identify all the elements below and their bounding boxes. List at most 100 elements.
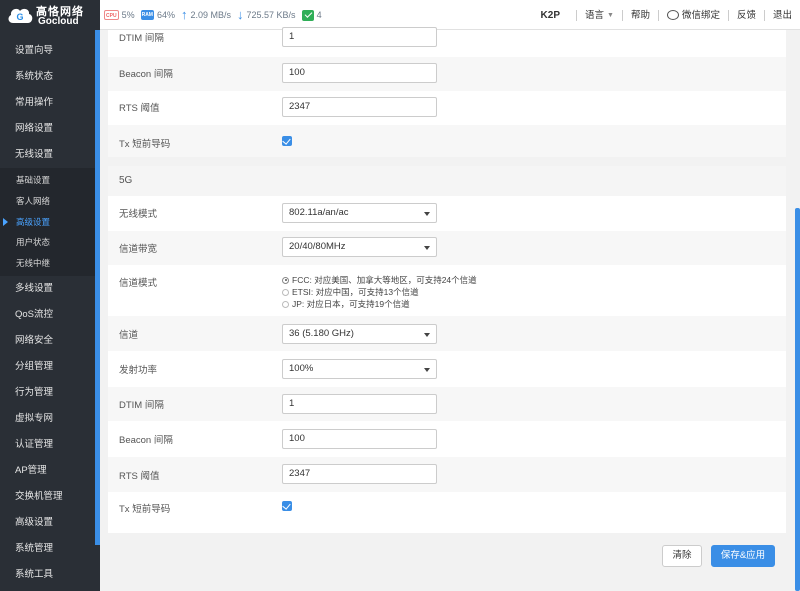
sidebar-item-ap-management[interactable]: AP管理	[0, 458, 100, 484]
tx-preamble-checkbox-24g[interactable]	[282, 136, 292, 146]
top-bar: G 高恪网络 Gocloud CPU 5% RAM 64% ↑ 2.09 MB/…	[0, 0, 800, 30]
channel-mode-row-5g: 信道模式 FCC: 对应美国、加拿大等地区，可支持24个信道 ETSI: 对应中…	[108, 265, 786, 316]
language-label: 语言	[584, 9, 604, 21]
sidebar-item-network-settings[interactable]: 网络设置	[0, 116, 100, 142]
wireless-mode-select-5g[interactable]: 802.11a/an/ac	[282, 203, 437, 223]
chevron-down-icon: ▼	[607, 11, 614, 19]
wechat-icon	[666, 10, 679, 20]
sidebar-item-advanced-settings[interactable]: 高级设置	[0, 510, 100, 536]
sidebar-item-system-status[interactable]: 系统状态	[0, 64, 100, 90]
bandwidth-row-5g: 信道带宽 20/40/80MHz	[108, 231, 786, 265]
sidebar-item-setup-wizard[interactable]: 设置向导	[0, 38, 100, 64]
feedback-link[interactable]: 反馈	[727, 9, 764, 21]
rts-input-24g[interactable]: 2347	[282, 97, 437, 117]
clients-stat[interactable]: 4	[301, 9, 322, 21]
wireless-24g-section: DTIM 间隔 1 Beacon 间隔 100 RTS 阈值 2347 Tx 短…	[108, 27, 786, 157]
channel-mode-radio-group: FCC: 对应美国、加拿大等地区，可支持24个信道 ETSI: 对应中国，可支持…	[282, 274, 477, 310]
submenu-item-wireless-relay[interactable]: 无线中继	[0, 253, 100, 274]
tx-preamble-label-24g: Tx 短前导码	[119, 139, 171, 150]
submenu-item-basic[interactable]: 基础设置	[0, 170, 100, 191]
brand-logo[interactable]: G 高恪网络 Gocloud	[0, 0, 100, 30]
submenu-item-user-status[interactable]: 用户状态	[0, 232, 100, 253]
sidebar-item-network-security[interactable]: 网络安全	[0, 328, 100, 354]
upload-stat: ↑ 2.09 MB/s	[181, 8, 232, 21]
sidebar-item-vpn[interactable]: 虚拟专网	[0, 406, 100, 432]
sidebar-item-system-tools[interactable]: 系统工具	[0, 562, 100, 588]
sidebar-item-qos[interactable]: QoS流控	[0, 302, 100, 328]
beacon-row-24g: Beacon 间隔 100	[108, 57, 786, 91]
sidebar-scrollbar[interactable]	[95, 30, 100, 545]
sidebar-item-multiwan[interactable]: 多线设置	[0, 276, 100, 302]
radio-option-fcc[interactable]: FCC: 对应美国、加拿大等地区，可支持24个信道	[282, 274, 477, 286]
wireless-5g-section: 5G 无线模式 802.11a/an/ac 信道带宽 20/40/80MHz 信…	[108, 166, 786, 533]
status-stats: CPU 5% RAM 64% ↑ 2.09 MB/s ↓ 725.57 KB/s…	[104, 8, 325, 22]
rts-label-24g: RTS 阈值	[119, 103, 160, 114]
mode-label-5g: 无线模式	[119, 209, 158, 220]
dtim-input-24g[interactable]: 1	[282, 27, 437, 47]
sidebar: 设置向导 系统状态 常用操作 网络设置 无线设置 基础设置 客人网络 高级设置 …	[0, 30, 100, 591]
main-scrollbar[interactable]	[795, 208, 800, 591]
tx-preamble-checkbox-5g[interactable]	[282, 501, 292, 511]
brand-name-en: Gocloud	[38, 16, 79, 27]
cloud-logo-icon: G	[8, 8, 33, 23]
help-link[interactable]: 帮助	[621, 9, 658, 21]
dtim-row-5g: DTIM 间隔 1	[108, 387, 786, 421]
sidebar-item-switch-management[interactable]: 交换机管理	[0, 484, 100, 510]
wechat-bind-label: 微信绑定	[681, 9, 720, 21]
wireless-submenu: 基础设置 客人网络 高级设置 用户状态 无线中继	[0, 168, 100, 276]
sidebar-item-system-management[interactable]: 系统管理	[0, 536, 100, 562]
sidebar-item-group-management[interactable]: 分组管理	[0, 354, 100, 380]
radio-button-fcc[interactable]	[282, 276, 289, 284]
router-model: K2P	[540, 9, 560, 21]
language-menu[interactable]: 语言 ▼	[575, 9, 622, 21]
cpu-icon: CPU	[104, 10, 119, 20]
sidebar-item-wireless-settings[interactable]: 无线设置	[0, 142, 100, 168]
mode-row-5g: 无线模式 802.11a/an/ac	[108, 196, 786, 231]
rts-row-5g: RTS 阈值 2347	[108, 457, 786, 492]
submenu-item-advanced[interactable]: 高级设置	[0, 212, 100, 233]
logout-label: 退出	[772, 9, 792, 21]
power-select-5g[interactable]: 100%	[282, 359, 437, 379]
power-label-5g: 发射功率	[119, 365, 158, 376]
radio-option-etsi[interactable]: ETSI: 对应中国，可支持13个信道	[282, 286, 477, 298]
clear-button[interactable]: 清除	[662, 545, 702, 567]
rts-input-5g[interactable]: 2347	[282, 464, 437, 484]
dtim-label-24g: DTIM 间隔	[119, 33, 164, 44]
tx-preamble-label-5g: Tx 短前导码	[119, 504, 171, 515]
logout-link[interactable]: 退出	[763, 9, 800, 21]
section-title-5g: 5G	[108, 166, 786, 196]
dtim-input-5g[interactable]: 1	[282, 394, 437, 414]
dtim-label-5g: DTIM 间隔	[119, 400, 164, 411]
power-row-5g: 发射功率 100%	[108, 351, 786, 387]
bandwidth-label-5g: 信道带宽	[119, 244, 158, 255]
bandwidth-select-5g[interactable]: 20/40/80MHz	[282, 237, 437, 257]
beacon-label-24g: Beacon 间隔	[119, 69, 173, 80]
ram-stat: RAM 64%	[140, 10, 175, 20]
download-speed: 725.57 KB/s	[246, 10, 296, 20]
radio-button-etsi[interactable]	[282, 288, 289, 296]
radio-button-jp[interactable]	[282, 300, 289, 308]
top-nav: K2P 语言 ▼ 帮助 微信绑定 反馈 退出	[541, 0, 800, 30]
beacon-input-24g[interactable]: 100	[282, 63, 437, 83]
upload-speed: 2.09 MB/s	[190, 10, 232, 20]
sidebar-item-auth-management[interactable]: 认证管理	[0, 432, 100, 458]
download-arrow-icon: ↓	[237, 7, 244, 22]
channel-mode-label-5g: 信道模式	[119, 278, 158, 289]
cpu-usage: 5%	[121, 10, 135, 20]
sidebar-item-behavior-management[interactable]: 行为管理	[0, 380, 100, 406]
beacon-input-5g[interactable]: 100	[282, 429, 437, 449]
wechat-bind-link[interactable]: 微信绑定	[657, 9, 728, 21]
online-devices-count: 4	[316, 10, 322, 20]
dtim-row-24g: DTIM 间隔 1	[108, 27, 786, 47]
radio-option-jp[interactable]: JP: 对应日本，可支持19个信道	[282, 298, 477, 310]
save-apply-button[interactable]: 保存&应用	[711, 545, 775, 567]
sidebar-item-common-ops[interactable]: 常用操作	[0, 90, 100, 116]
rts-label-5g: RTS 阈值	[119, 471, 160, 482]
radio-label-fcc: FCC: 对应美国、加拿大等地区，可支持24个信道	[292, 275, 477, 285]
download-stat: ↓ 725.57 KB/s	[237, 7, 296, 22]
radio-label-jp: JP: 对应日本，可支持19个信道	[292, 299, 410, 309]
submenu-item-guest-network[interactable]: 客人网络	[0, 191, 100, 212]
channel-select-5g[interactable]: 36 (5.180 GHz)	[282, 324, 437, 344]
feedback-label: 反馈	[736, 9, 756, 21]
radio-label-etsi: ETSI: 对应中国，可支持13个信道	[292, 287, 419, 297]
